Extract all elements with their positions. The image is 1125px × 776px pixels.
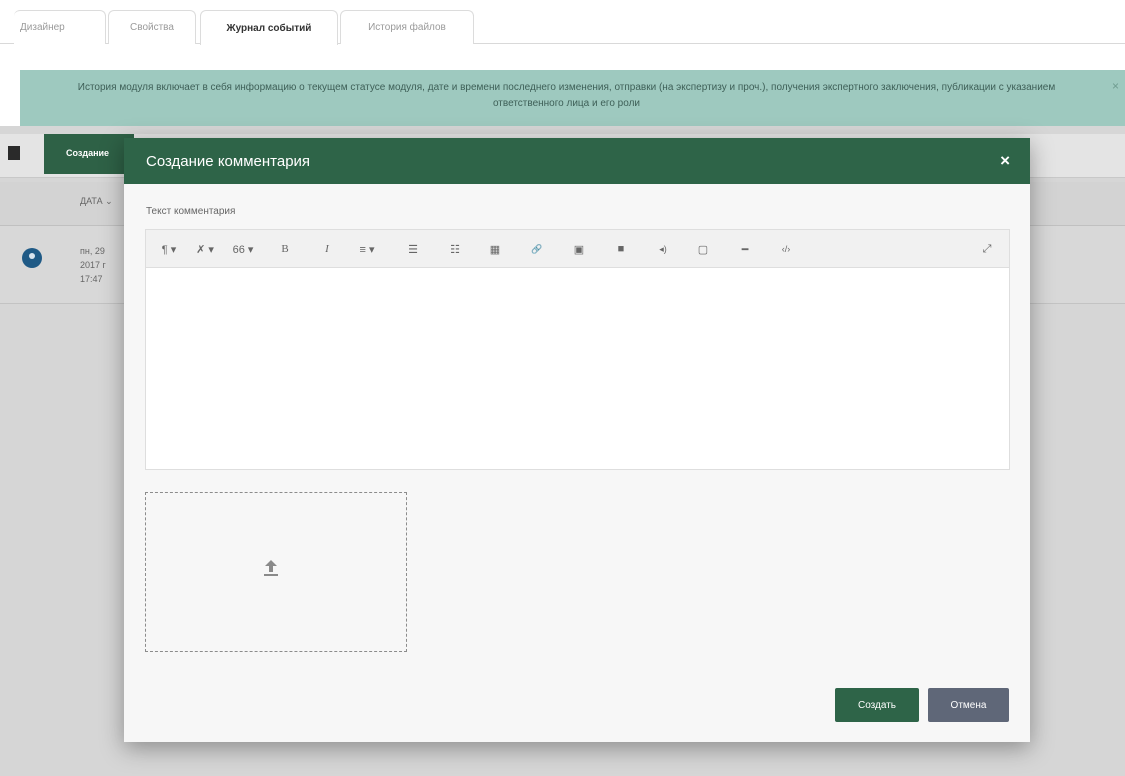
modal-title: Создание комментария <box>146 153 311 170</box>
background-row-date: пн, 29 2017 г 17:47 <box>80 246 106 284</box>
paragraph-format-icon[interactable]: ¶ ▾ <box>154 240 184 258</box>
ordered-list-icon[interactable]: ☰ <box>404 240 422 258</box>
tab-properties[interactable]: Свойства <box>108 10 196 44</box>
create-comment-modal: Создание комментария × Текст комментария… <box>124 138 1030 742</box>
image-icon[interactable]: ▣ <box>570 240 588 258</box>
file-icon[interactable]: ▢ <box>694 240 712 258</box>
tab-designer[interactable]: Дизайнер <box>14 10 106 44</box>
comment-text-area[interactable] <box>146 268 1009 469</box>
rich-text-editor: ¶ ▾ ✗ ▾ 66 ▾ B I ≡ ▾ ☰ ☷ ▦ 🔗 ▣ ■ ◂) ▢ ━ … <box>145 229 1010 470</box>
modal-header: Создание комментария × <box>124 138 1030 184</box>
quote-icon[interactable]: 66 ▾ <box>226 240 260 258</box>
comment-text-label: Текст комментария <box>146 206 236 217</box>
video-icon[interactable]: ■ <box>612 240 630 258</box>
alert-close-icon[interactable]: × <box>1112 78 1119 94</box>
date-column-header: ДАТА ⌄ <box>80 196 113 206</box>
tab-file-history[interactable]: История файлов <box>340 10 474 44</box>
create-button[interactable]: Создать <box>835 688 919 722</box>
info-alert-text: История модуля включает в себя информаци… <box>77 82 1056 109</box>
unordered-list-icon[interactable]: ☷ <box>446 240 464 258</box>
fullscreen-icon[interactable]: ⤢ <box>978 240 996 258</box>
italic-icon[interactable]: I <box>318 240 336 258</box>
audio-icon[interactable]: ◂) <box>652 240 674 258</box>
table-icon[interactable]: ▦ <box>486 240 504 258</box>
document-icon <box>8 146 20 160</box>
align-icon[interactable]: ≡ ▾ <box>352 240 382 258</box>
code-view-icon[interactable]: ‹/› <box>774 240 798 258</box>
close-icon[interactable]: × <box>1000 151 1010 171</box>
bold-icon[interactable]: B <box>276 240 294 258</box>
horizontal-line-icon[interactable]: ━ <box>736 240 754 258</box>
background-create-tab: Создание <box>44 134 134 174</box>
text-color-icon[interactable]: ✗ ▾ <box>190 240 220 258</box>
link-icon[interactable]: 🔗 <box>528 240 546 258</box>
upload-icon <box>264 560 278 576</box>
editor-toolbar: ¶ ▾ ✗ ▾ 66 ▾ B I ≡ ▾ ☰ ☷ ▦ 🔗 ▣ ■ ◂) ▢ ━ … <box>146 230 1009 268</box>
user-icon <box>22 248 42 268</box>
tab-bar: Дизайнер Свойства Журнал событий История… <box>0 0 1125 45</box>
cancel-button[interactable]: Отмена <box>928 688 1009 722</box>
tab-event-log[interactable]: Журнал событий <box>200 10 338 45</box>
info-alert: История модуля включает в себя информаци… <box>20 70 1125 126</box>
